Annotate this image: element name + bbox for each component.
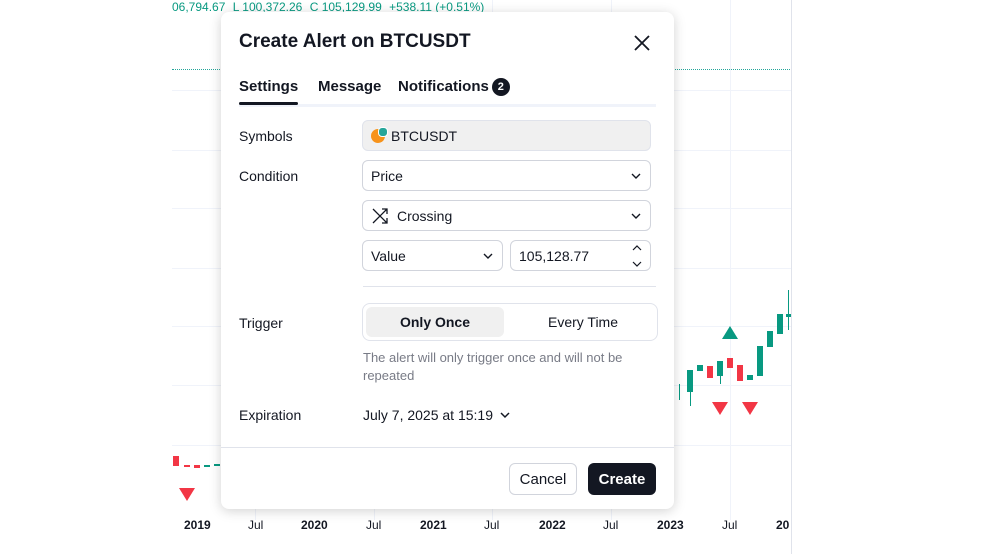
candle (214, 464, 220, 466)
sell-signal-icon (712, 402, 728, 415)
candle (737, 365, 743, 381)
trigger-only-once[interactable]: Only Once (366, 307, 504, 337)
create-button[interactable]: Create (588, 463, 656, 495)
divider (221, 447, 674, 448)
buy-signal-icon (722, 326, 738, 339)
condition-operator-select[interactable]: Crossing (362, 200, 651, 231)
price-scale-border (791, 0, 792, 554)
chevron-down-icon[interactable] (632, 260, 642, 268)
candle (173, 456, 179, 466)
tab-bar: Settings Message Notifications 2 (239, 78, 656, 107)
tab-message-label: Message (318, 78, 382, 95)
value-type-select[interactable]: Value (362, 240, 503, 271)
x-axis-label: 20 (776, 518, 790, 532)
trigger-label: Trigger (239, 315, 283, 331)
x-axis-label: Jul (603, 518, 619, 532)
candle (679, 384, 680, 400)
value-input[interactable]: 105,128.77 (510, 240, 651, 271)
x-axis-label: 2021 (420, 518, 447, 532)
close-icon (634, 35, 650, 51)
sell-signal-icon (179, 488, 195, 501)
notifications-count-badge: 2 (491, 78, 510, 96)
candle (727, 358, 733, 368)
trigger-toggle: Only Once Every Time (362, 303, 658, 341)
candle (707, 366, 713, 378)
chevron-down-icon (500, 412, 510, 419)
expiration-label: Expiration (239, 407, 302, 423)
symbol-value: BTCUSDT (391, 127, 458, 144)
trigger-every-time[interactable]: Every Time (514, 307, 652, 337)
x-axis-label: 2023 (657, 518, 684, 532)
chevron-down-icon (631, 173, 641, 179)
close-button[interactable] (630, 31, 654, 55)
dialog-title: Create Alert on BTCUSDT (239, 31, 471, 52)
chevron-up-icon[interactable] (632, 244, 642, 252)
x-axis-label: 2020 (301, 518, 328, 532)
bitcoin-icon (371, 126, 388, 143)
condition-label: Condition (239, 168, 299, 184)
tab-notifications-label: Notifications (398, 78, 489, 95)
x-axis-label: 2019 (184, 518, 211, 532)
trigger-hint: The alert will only trigger once and wil… (363, 350, 623, 383)
value-type-value: Value (371, 247, 406, 264)
candle (777, 314, 783, 334)
tab-message[interactable]: Message (318, 78, 381, 95)
candle (767, 331, 773, 347)
tab-notifications[interactable]: Notifications 2 (398, 78, 510, 96)
x-axis-label: Jul (366, 518, 382, 532)
candle (757, 346, 763, 376)
cancel-button[interactable]: Cancel (509, 463, 577, 495)
candle (690, 392, 691, 406)
tab-settings[interactable]: Settings (239, 78, 299, 105)
symbol-field: BTCUSDT (362, 120, 651, 151)
value-stepper[interactable] (632, 244, 642, 268)
sell-signal-icon (742, 402, 758, 415)
symbols-label: Symbols (239, 128, 293, 144)
candle (788, 290, 789, 330)
x-axis-label: 2022 (539, 518, 566, 532)
candle (697, 365, 703, 371)
x-axis-label: Jul (248, 518, 264, 532)
chevron-down-icon (483, 253, 493, 259)
candle (747, 375, 753, 380)
condition-operator-value: Crossing (397, 207, 453, 224)
candle (687, 370, 693, 392)
grid-line (730, 0, 731, 520)
crossing-icon (372, 207, 388, 224)
candle (204, 465, 210, 467)
x-axis-label: Jul (484, 518, 500, 532)
condition-source-value: Price (371, 167, 403, 184)
condition-source-select[interactable]: Price (362, 160, 651, 191)
ohlc-open: 06,794.67 (172, 0, 226, 14)
divider (363, 286, 656, 287)
candle (717, 361, 723, 376)
x-axis-label: Jul (722, 518, 738, 532)
candle (720, 376, 721, 384)
expiration-value: July 7, 2025 at 15:19 (363, 407, 493, 423)
value-amount: 105,128.77 (519, 247, 590, 264)
candle (194, 465, 200, 468)
expiration-picker[interactable]: July 7, 2025 at 15:19 (363, 407, 511, 423)
tab-settings-label: Settings (239, 78, 299, 95)
create-alert-dialog: Create Alert on BTCUSDT Settings Message… (221, 12, 674, 509)
chevron-down-icon (631, 213, 641, 219)
candle (184, 465, 190, 467)
